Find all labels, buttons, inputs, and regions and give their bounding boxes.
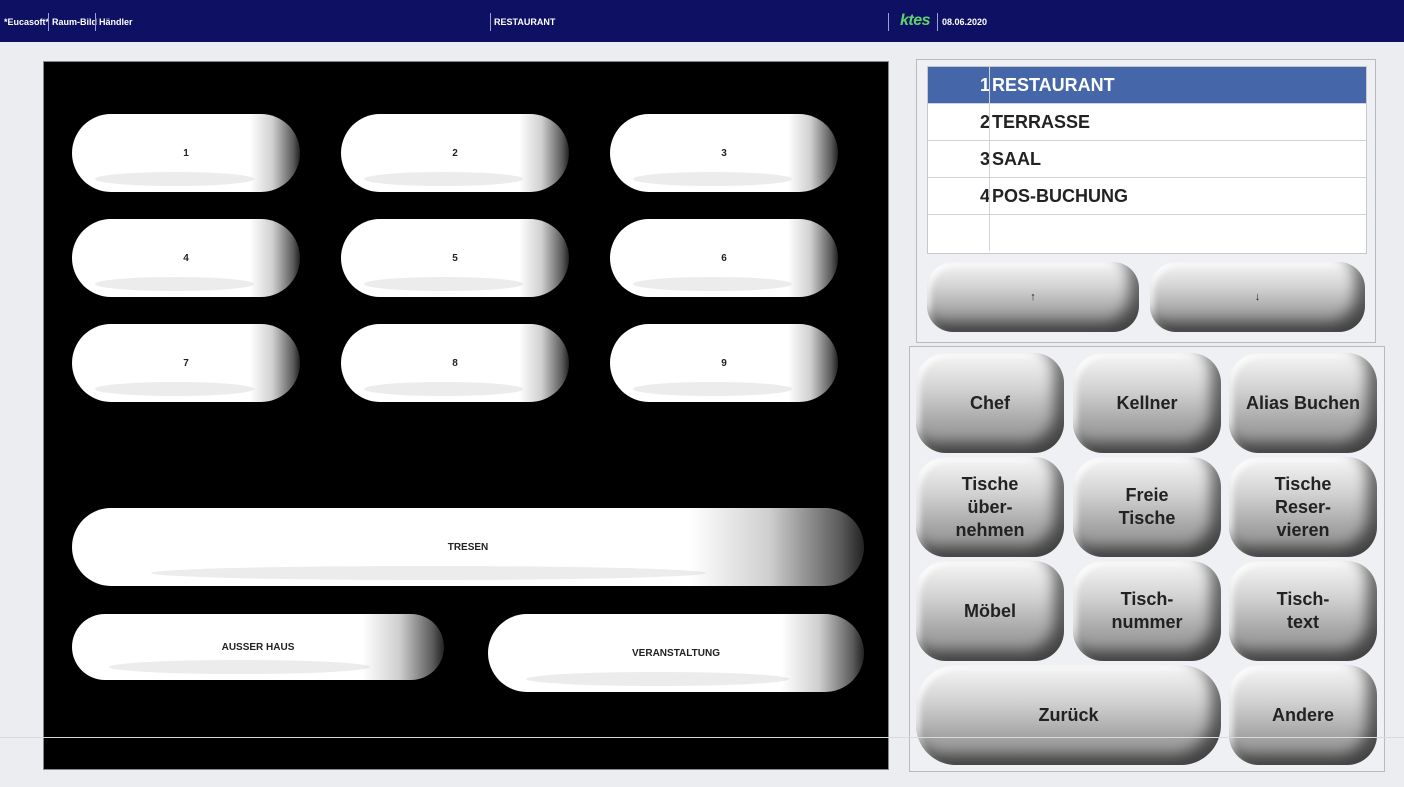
room-item-empty: [928, 215, 1366, 251]
button-label: Alias Buchen: [1245, 392, 1361, 413]
table-5[interactable]: 5: [341, 219, 569, 297]
table-3[interactable]: 3: [610, 114, 838, 192]
user-name: Händler: [99, 17, 133, 27]
module-name: Raum-Bild: [52, 17, 97, 27]
divider: [48, 13, 49, 31]
moebel-button[interactable]: Möbel: [916, 561, 1064, 661]
divider: [0, 737, 1404, 738]
chef-button[interactable]: Chef: [916, 353, 1064, 453]
column-divider: [989, 215, 990, 251]
button-label: Freie Tische: [1118, 485, 1176, 528]
table-label: 7: [183, 357, 189, 369]
arrow-down-icon: ↓: [1254, 290, 1261, 303]
button-label: Kellner: [1116, 392, 1178, 413]
table-label: 2: [452, 147, 458, 159]
button-label: Tische Reser- vieren: [1274, 473, 1332, 540]
table-6[interactable]: 6: [610, 219, 838, 297]
floor-plan: 1 2 3 4 5 6 7 8 9 TRESEN AUSSER HAUS VER…: [43, 61, 889, 770]
table-9[interactable]: 9: [610, 324, 838, 402]
room-name: SAAL: [992, 149, 1041, 169]
button-label: Tische über- nehmen: [955, 473, 1025, 540]
counter-label: TRESEN: [447, 541, 489, 553]
divider: [490, 13, 491, 31]
room-selector-panel: 1 RESTAURANT 2 TERRASSE 3 SAAL 4 POS-BUC…: [916, 59, 1376, 343]
room-number: 1: [979, 75, 990, 95]
column-divider: [989, 67, 990, 103]
tischtext-button[interactable]: Tisch- text: [1229, 561, 1377, 661]
actions-panel: Chef Kellner Alias Buchen Tische über- n…: [909, 346, 1385, 772]
table-label: 1: [183, 147, 189, 159]
table-label: 5: [452, 252, 458, 264]
table-1[interactable]: 1: [72, 114, 300, 192]
takeaway-label: AUSSER HAUS: [221, 641, 295, 653]
tische-uebernehmen-button[interactable]: Tische über- nehmen: [916, 457, 1064, 557]
table-8[interactable]: 8: [341, 324, 569, 402]
andere-button[interactable]: Andere: [1229, 665, 1377, 765]
kellner-button[interactable]: Kellner: [1073, 353, 1221, 453]
scroll-down-button[interactable]: ↓: [1150, 262, 1365, 332]
tischnummer-button[interactable]: Tisch- nummer: [1073, 561, 1221, 661]
room-item-saal[interactable]: 3 SAAL: [928, 141, 1366, 178]
divider: [888, 13, 889, 31]
table-label: 8: [452, 357, 458, 369]
divider: [937, 13, 938, 31]
app-name: *Eucasoft*: [4, 17, 50, 27]
room-name: TERRASSE: [992, 112, 1091, 132]
room-item-restaurant[interactable]: 1 RESTAURANT: [928, 67, 1366, 104]
title-bar: *Eucasoft* Raum-Bild Händler RESTAURANT …: [0, 0, 1404, 42]
table-7[interactable]: 7: [72, 324, 300, 402]
room-number: 3: [979, 149, 990, 169]
table-label: 9: [721, 357, 727, 369]
table-label: 3: [721, 147, 727, 159]
room-number: 4: [979, 186, 990, 206]
room-name: RESTAURANT: [992, 75, 1115, 95]
room-number: 2: [979, 112, 990, 132]
button-label: Tisch- text: [1276, 589, 1330, 632]
column-divider: [989, 141, 990, 177]
column-divider: [989, 104, 990, 140]
room-name: POS-BUCHUNG: [992, 186, 1129, 206]
room-item-pos-buchung[interactable]: 4 POS-BUCHUNG: [928, 178, 1366, 215]
counter-tresen[interactable]: TRESEN: [72, 508, 864, 586]
table-label: 4: [183, 252, 189, 264]
alias-buchen-button[interactable]: Alias Buchen: [1229, 353, 1377, 453]
takeaway-ausser-haus[interactable]: AUSSER HAUS: [72, 614, 444, 680]
table-label: 6: [721, 252, 727, 264]
button-label: Chef: [970, 392, 1010, 413]
event-label: VERANSTALTUNG: [632, 647, 720, 659]
freie-tische-button[interactable]: Freie Tische: [1073, 457, 1221, 557]
button-label: Tisch- nummer: [1111, 589, 1183, 632]
tische-reservieren-button[interactable]: Tische Reser- vieren: [1229, 457, 1377, 557]
divider: [95, 13, 96, 31]
button-label: Andere: [1271, 704, 1334, 725]
current-room: RESTAURANT: [494, 17, 556, 27]
scroll-up-button[interactable]: ↑: [927, 262, 1139, 332]
room-item-terrasse[interactable]: 2 TERRASSE: [928, 104, 1366, 141]
table-2[interactable]: 2: [341, 114, 569, 192]
button-label: Zurück: [1038, 704, 1099, 725]
ktes-logo: ktes: [900, 12, 931, 29]
zurueck-button[interactable]: Zurück: [916, 665, 1221, 765]
room-list: 1 RESTAURANT 2 TERRASSE 3 SAAL 4 POS-BUC…: [927, 66, 1367, 254]
column-divider: [989, 178, 990, 214]
button-label: Möbel: [964, 600, 1016, 621]
arrow-up-icon: ↑: [1030, 290, 1036, 303]
table-4[interactable]: 4: [72, 219, 300, 297]
date: 08.06.2020: [942, 17, 988, 27]
event-veranstaltung[interactable]: VERANSTALTUNG: [488, 614, 864, 692]
